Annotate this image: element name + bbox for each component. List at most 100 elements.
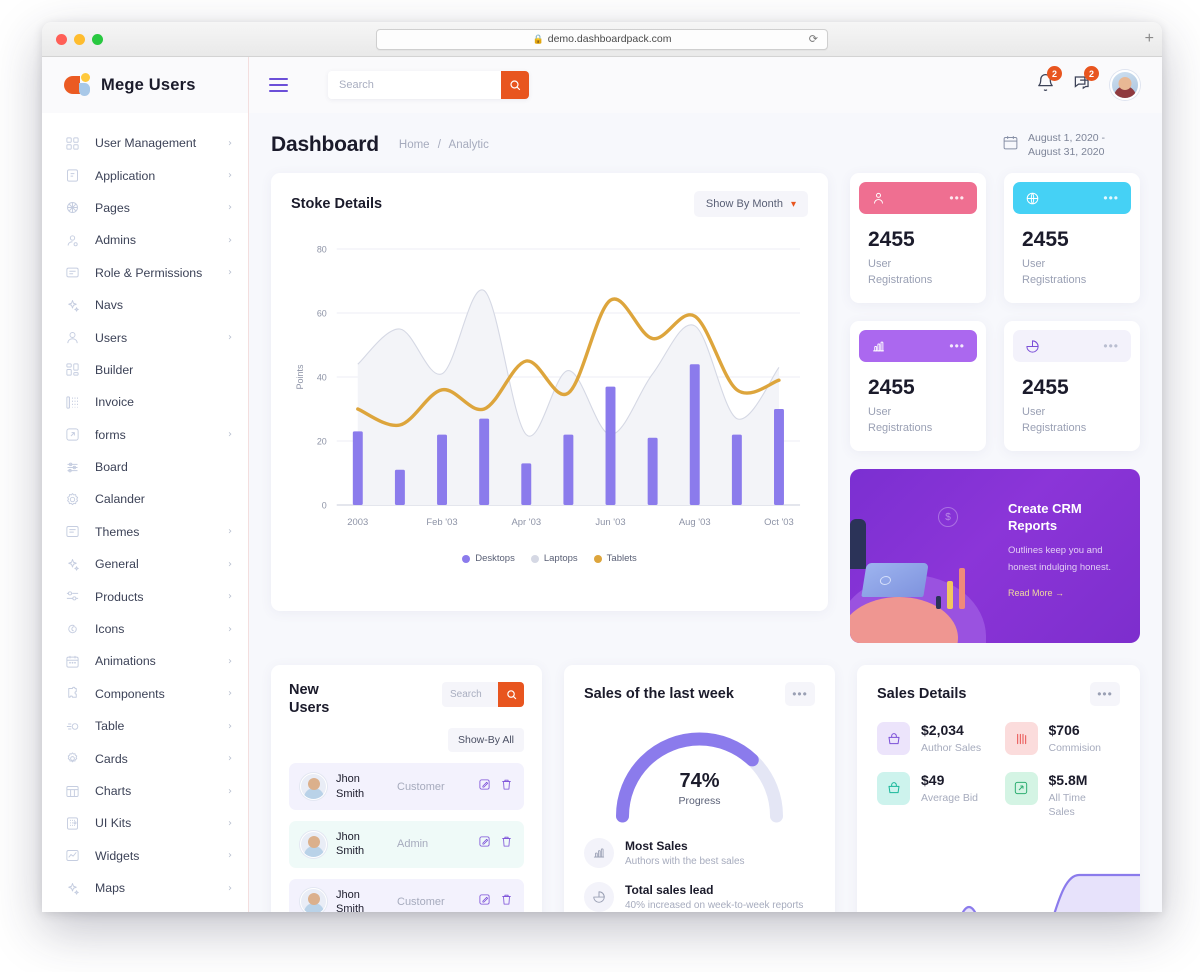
show-by-month-label: Show By Month — [705, 198, 783, 211]
sidebar-item-admins[interactable]: Admins › — [42, 224, 248, 256]
user-badge-icon — [67, 235, 78, 247]
sidebar-item-products[interactable]: Products › — [42, 580, 248, 612]
globe-icon — [1026, 192, 1039, 205]
sidebar-item-role-permissions[interactable]: Role & Permissions › — [42, 257, 248, 289]
sidebar-item-label: Animations — [95, 654, 156, 669]
trash-icon[interactable] — [500, 778, 513, 796]
sidebar-item-maps[interactable]: Maps › — [42, 872, 248, 904]
new-users-search-input[interactable] — [442, 682, 498, 708]
legend-item[interactable]: Laptops — [530, 553, 578, 564]
notifications-button[interactable]: 2 — [1036, 66, 1062, 97]
item-subtitle: 40% increased on week-to-week reports — [625, 900, 804, 912]
sales-week-item-text: Total sales lead 40% increased on week-to… — [625, 883, 803, 911]
breadcrumb-home[interactable]: Home — [399, 139, 430, 151]
sales-week-menu-button[interactable]: ••• — [785, 682, 815, 707]
sidebar-item-label: General — [95, 557, 139, 572]
trash-icon[interactable] — [500, 835, 513, 853]
sidebar-item-forms[interactable]: forms › — [42, 419, 248, 451]
pages-icon — [66, 202, 78, 214]
sales-metric: $2,034 Author Sales — [877, 722, 993, 756]
list-item[interactable]: Total sales lead 40% increased on week-to… — [584, 882, 815, 912]
sidebar-item-cards[interactable]: Cards › — [42, 742, 248, 774]
trash-icon[interactable] — [500, 893, 513, 911]
reload-icon[interactable]: ⟳ — [809, 33, 818, 46]
crm-read-more-link[interactable]: Read More → — [1008, 588, 1124, 598]
user-role: Admin — [397, 838, 429, 851]
show-by-all-dropdown[interactable]: Show-By All — [448, 728, 524, 753]
address-bar[interactable]: 🔒 demo.dashboardpack.com ⟳ — [376, 28, 828, 50]
page-header: Dashboard Home / Analytic August 1, 2020… — [271, 113, 1140, 173]
search-button[interactable] — [501, 71, 529, 99]
global-search — [328, 71, 529, 99]
gauge-value: 74% — [679, 770, 720, 793]
edit-icon[interactable] — [478, 835, 491, 853]
sidebar-item-themes[interactable]: Themes › — [42, 516, 248, 548]
svg-text:80: 80 — [317, 245, 327, 255]
list-item[interactable]: Jhon Smith Customer — [289, 878, 524, 912]
list-item[interactable]: Jhon Smith Customer — [289, 763, 524, 811]
user-icon — [66, 332, 78, 344]
new-users-search-button[interactable] — [498, 682, 524, 708]
sidebar-item-users[interactable]: Users › — [42, 321, 248, 353]
edit-icon[interactable] — [478, 778, 491, 796]
sidebar-item-label: Widgets — [95, 848, 140, 863]
avatar — [300, 830, 327, 858]
sidebar-item-general[interactable]: General › — [42, 548, 248, 580]
sidebar-item-calander[interactable]: Calander — [42, 483, 248, 515]
sidebar-item-navs[interactable]: Navs — [42, 289, 248, 321]
hamburger-icon[interactable] — [269, 77, 288, 93]
sidebar-item-invoice[interactable]: Invoice — [42, 386, 248, 418]
sidebar-item-pages[interactable]: Pages › — [42, 192, 248, 224]
sales-metric-text: $49 Average Bid — [921, 772, 978, 806]
sales-week-item-text: Most Sales Authors with the best sales — [625, 839, 745, 867]
sidebar-item-label: User Management — [95, 136, 197, 151]
edit-icon[interactable] — [478, 893, 491, 911]
sliders-alt-icon — [66, 591, 78, 601]
sidebar-item-widgets[interactable]: Widgets › — [42, 840, 248, 872]
sales-details-menu-button[interactable]: ••• — [1090, 682, 1120, 707]
bar-chart-icon — [593, 848, 605, 858]
messages-button[interactable]: 2 — [1073, 66, 1099, 97]
list-item[interactable]: Jhon Smith Admin — [289, 821, 524, 868]
avatar[interactable] — [1110, 70, 1140, 100]
crm-promo-card[interactable]: $ Create CRM Reports Outlines keep you a… — [850, 469, 1140, 644]
brand-logo[interactable]: Mege Users — [42, 57, 248, 113]
edit-icon — [479, 894, 490, 905]
sales-week-list: Most Sales Authors with the best sales Tot… — [584, 838, 815, 912]
list-item[interactable]: Most Sales Authors with the best sales — [584, 838, 815, 869]
search-input[interactable] — [328, 71, 501, 99]
breadcrumb: Home / Analytic — [399, 139, 489, 151]
legend-item[interactable]: Tablets — [593, 553, 637, 564]
external-link-icon — [65, 428, 79, 441]
sidebar-item-board[interactable]: Board — [42, 451, 248, 483]
window-traffic-lights[interactable] — [56, 33, 103, 45]
progress-gauge: 74% Progress — [584, 718, 815, 824]
sidebar-item-components[interactable]: Components › — [42, 678, 248, 710]
maximize-window-button[interactable] — [92, 33, 103, 45]
sidebar-item-user-management[interactable]: User Management › — [42, 127, 248, 159]
new-tab-button[interactable]: + — [1145, 31, 1154, 47]
sidebar-item-table[interactable]: Table › — [42, 710, 248, 742]
close-window-button[interactable] — [56, 33, 67, 45]
sidebar-item-charts[interactable]: Charts › — [42, 775, 248, 807]
stat-card-value: 2455 — [1022, 376, 1069, 400]
app-shell: Mege Users User Management › Application › P… — [42, 57, 1162, 912]
show-by-month-dropdown[interactable]: Show By Month ▾ — [693, 191, 808, 218]
minimize-window-button[interactable] — [74, 33, 85, 45]
sparkle-icon — [67, 558, 79, 571]
metric-label: All Time Sales — [1048, 791, 1086, 819]
sidebar-item-builder[interactable]: Builder — [42, 354, 248, 386]
user-group-icon — [873, 192, 884, 204]
sales-details-panel: Sales Details ••• $2,034 Author Sales $706… — [857, 665, 1140, 912]
sidebar-item-ui-kits[interactable]: UI Kits › — [42, 807, 248, 839]
svg-text:20: 20 — [317, 437, 327, 447]
date-range-text: August 1, 2020 - August 31, 2020 — [1028, 132, 1106, 159]
date-range-picker[interactable]: August 1, 2020 - August 31, 2020 — [1002, 131, 1140, 159]
legend-item[interactable]: Desktops — [462, 553, 515, 564]
sidebar-item-application[interactable]: Application › — [42, 159, 248, 191]
sidebar-item-label: Icons — [95, 622, 125, 637]
sidebar-item-icons[interactable]: Icons › — [42, 613, 248, 645]
sales-details-title: Sales Details — [877, 686, 967, 703]
sidebar-item-animations[interactable]: Animations › — [42, 645, 248, 677]
svg-text:40: 40 — [317, 373, 327, 383]
